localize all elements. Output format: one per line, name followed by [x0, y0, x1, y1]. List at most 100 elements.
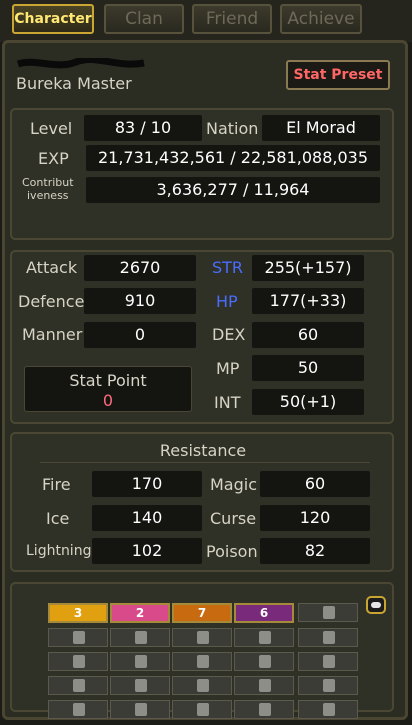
- empty-slot-icon: [323, 606, 335, 619]
- curse-value: 120: [260, 505, 370, 531]
- inventory-slot[interactable]: [234, 652, 294, 671]
- badge-3-count: 7: [197, 606, 207, 620]
- empty-slot-icon: [135, 679, 147, 692]
- nation-label: Nation: [206, 119, 259, 138]
- redacted-name-scribble: [16, 58, 145, 69]
- badge-slot-3[interactable]: 7: [172, 603, 232, 623]
- contributiveness-label: Contribut iveness: [22, 176, 74, 202]
- empty-slot-icon: [197, 703, 209, 716]
- tab-clan[interactable]: Clan: [104, 4, 184, 34]
- inventory-slot[interactable]: [172, 700, 232, 719]
- empty-slot-icon: [323, 703, 335, 716]
- badge-2-count: 2: [135, 606, 145, 620]
- badge-4-count: 6: [259, 606, 269, 620]
- defence-value: 910: [84, 288, 196, 314]
- hp-label: HP: [216, 292, 238, 311]
- empty-slot-icon: [259, 703, 271, 716]
- ice-label: Ice: [46, 509, 70, 528]
- badge-slot-4[interactable]: 6: [234, 603, 294, 623]
- empty-slot-icon: [73, 703, 85, 716]
- stat-point-box: Stat Point 0: [24, 366, 192, 412]
- level-label: Level: [30, 119, 73, 138]
- empty-slot-icon: [323, 679, 335, 692]
- tab-character[interactable]: Character: [12, 4, 94, 34]
- exp-label: EXP: [38, 149, 69, 168]
- exp-value: 21,731,432,561 / 22,581,088,035: [86, 145, 380, 171]
- resistance-divider: [40, 462, 370, 463]
- magic-label: Magic: [210, 475, 258, 494]
- poison-label: Poison: [206, 542, 258, 561]
- inventory-slot[interactable]: [110, 676, 170, 695]
- inventory-slot[interactable]: [234, 700, 294, 719]
- empty-slot-icon: [323, 655, 335, 668]
- inventory-slot[interactable]: [172, 628, 232, 647]
- empty-slot-icon: [259, 631, 271, 644]
- hp-value: 177(+33): [252, 288, 364, 314]
- badge-1-count: 3: [73, 606, 83, 620]
- inventory-slot[interactable]: [234, 628, 294, 647]
- mp-label: MP: [216, 359, 240, 378]
- str-label: STR: [212, 258, 244, 277]
- inventory-slot[interactable]: [48, 700, 108, 719]
- empty-slot-icon: [135, 655, 147, 668]
- attack-label: Attack: [26, 258, 78, 277]
- inventory-slot[interactable]: [110, 700, 170, 719]
- int-value: 50(+1): [252, 389, 364, 415]
- contributiveness-label-line-1: Contribut: [22, 176, 74, 189]
- inventory-slot[interactable]: [298, 603, 358, 622]
- contributiveness-value: 3,636,277 / 11,964: [86, 177, 380, 203]
- tab-friend[interactable]: Friend: [192, 4, 272, 34]
- empty-slot-icon: [73, 631, 85, 644]
- str-value: 255(+157): [252, 255, 364, 281]
- empty-slot-icon: [73, 655, 85, 668]
- attack-value: 2670: [84, 255, 196, 281]
- tab-bar: Character Clan Friend Achieve: [0, 0, 412, 42]
- dex-value: 60: [252, 322, 364, 348]
- inventory-slot[interactable]: [298, 652, 358, 671]
- chat-icon[interactable]: [366, 596, 386, 614]
- inventory-slot[interactable]: [298, 700, 358, 719]
- mp-value: 50: [252, 355, 364, 381]
- badge-slot-2[interactable]: 2: [110, 603, 170, 623]
- inventory-slot[interactable]: [48, 676, 108, 695]
- lightning-label: Lightning: [26, 543, 92, 559]
- tab-achieve[interactable]: Achieve: [280, 4, 362, 34]
- poison-value: 82: [260, 538, 370, 564]
- empty-slot-icon: [259, 679, 271, 692]
- empty-slot-icon: [135, 703, 147, 716]
- badge-slot-1[interactable]: 3: [48, 603, 108, 623]
- character-class-title: Bureka Master: [16, 74, 132, 93]
- fire-label: Fire: [42, 475, 71, 494]
- empty-slot-icon: [135, 631, 147, 644]
- inventory-slot[interactable]: [298, 628, 358, 647]
- stat-preset-button[interactable]: Stat Preset: [286, 60, 390, 90]
- empty-slot-icon: [73, 679, 85, 692]
- empty-slot-icon: [197, 631, 209, 644]
- empty-slot-icon: [197, 679, 209, 692]
- empty-slot-icon: [259, 655, 271, 668]
- inventory-slot[interactable]: [172, 652, 232, 671]
- ice-value: 140: [92, 505, 202, 531]
- stat-point-value: 0: [102, 391, 114, 410]
- contributiveness-label-line-2: iveness: [27, 189, 69, 202]
- lightning-value: 102: [92, 538, 202, 564]
- inventory-slot[interactable]: [172, 676, 232, 695]
- inventory-slot[interactable]: [48, 652, 108, 671]
- stat-point-label: Stat Point: [69, 371, 147, 390]
- dex-label: DEX: [212, 325, 246, 344]
- defence-label: Defence: [18, 292, 85, 311]
- inventory-slot[interactable]: [48, 628, 108, 647]
- curse-label: Curse: [210, 509, 257, 528]
- inventory-slot[interactable]: [110, 628, 170, 647]
- fire-value: 170: [92, 471, 202, 497]
- inventory-slot[interactable]: [110, 652, 170, 671]
- empty-slot-icon: [323, 631, 335, 644]
- empty-slot-icon: [197, 655, 209, 668]
- manner-value: 0: [84, 322, 196, 348]
- inventory-slot[interactable]: [234, 676, 294, 695]
- inventory-slot[interactable]: [298, 676, 358, 695]
- level-value: 83 / 10: [84, 115, 202, 141]
- resistance-title: Resistance: [159, 441, 247, 460]
- nation-value: El Morad: [262, 115, 380, 141]
- manner-label: Manner: [22, 325, 83, 344]
